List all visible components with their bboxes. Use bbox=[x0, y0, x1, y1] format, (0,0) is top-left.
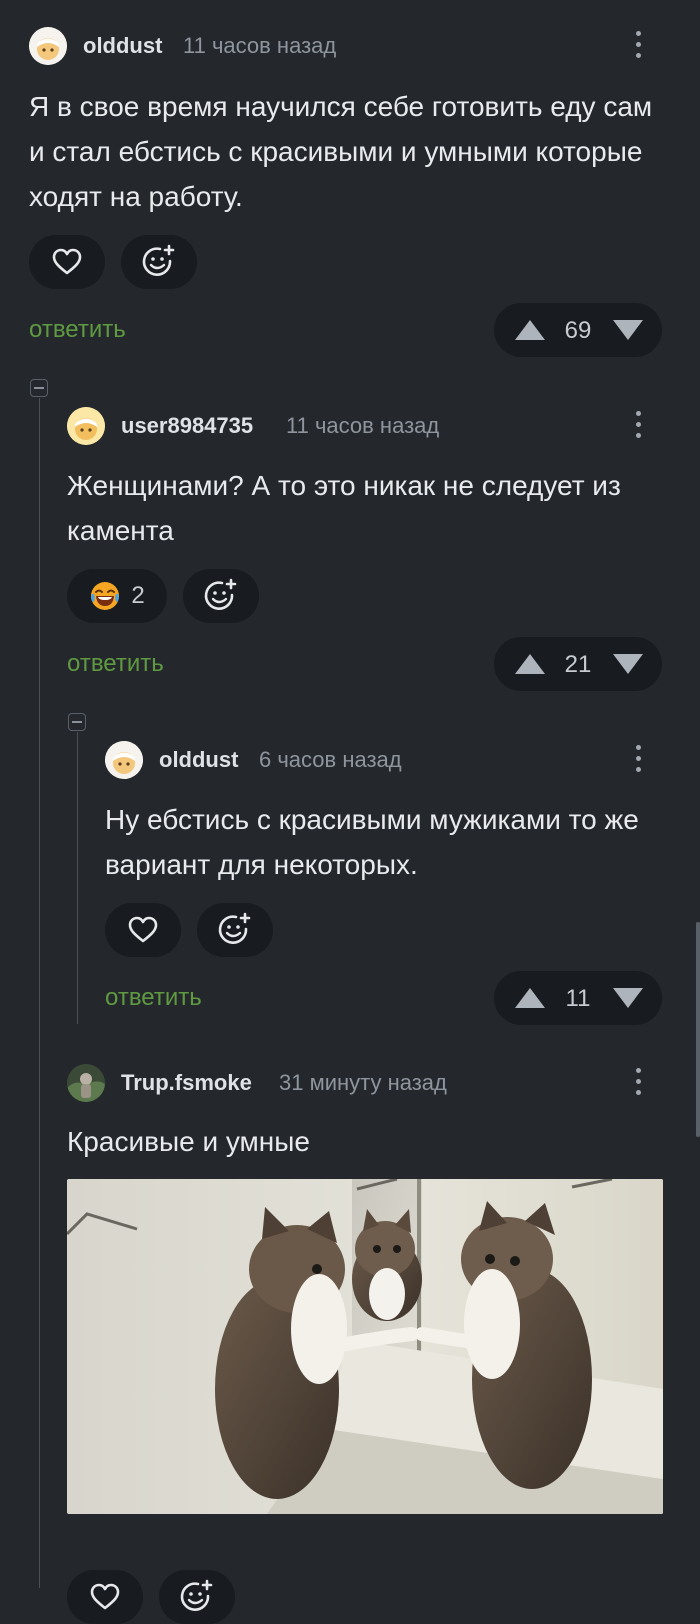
comment-text: Женщинами? А то это никак не следует из … bbox=[67, 470, 621, 546]
avatar[interactable] bbox=[67, 1064, 105, 1102]
comment-time: 11 часов назад bbox=[183, 33, 337, 58]
add-reaction-icon bbox=[204, 578, 237, 610]
comment-text: Красивые и умные bbox=[67, 1126, 310, 1157]
thread-line-level-1 bbox=[39, 398, 40, 1588]
add-reaction-button[interactable] bbox=[197, 903, 273, 957]
heart-icon bbox=[52, 248, 82, 275]
reaction-laugh-button[interactable]: 2 bbox=[67, 569, 167, 623]
add-reaction-button[interactable] bbox=[121, 235, 197, 289]
vote-widget: 21 bbox=[494, 637, 662, 691]
comment-time: 6 часов назад bbox=[259, 747, 402, 772]
vote-score: 21 bbox=[564, 651, 592, 678]
vote-score: 11 bbox=[565, 985, 591, 1012]
reply-link[interactable]: ответить bbox=[29, 316, 126, 344]
avatar-face-icon bbox=[67, 407, 105, 445]
scrollbar[interactable] bbox=[696, 922, 700, 1137]
add-reaction-button[interactable] bbox=[159, 1570, 235, 1624]
avatar[interactable] bbox=[67, 407, 105, 445]
collapse-thread-button[interactable] bbox=[30, 379, 48, 397]
more-options-icon[interactable] bbox=[636, 745, 642, 775]
heart-icon bbox=[90, 1583, 120, 1610]
reaction-count: 2 bbox=[131, 582, 145, 609]
upvote-icon[interactable] bbox=[513, 986, 547, 1010]
avatar[interactable] bbox=[29, 27, 67, 65]
downvote-icon[interactable] bbox=[611, 652, 645, 676]
reaction-like-button[interactable] bbox=[105, 903, 181, 957]
vote-widget: 69 bbox=[494, 303, 662, 357]
comment-text: Ну ебстись с красивыми мужиками то же ва… bbox=[105, 804, 639, 880]
cat-looking-in-mirror-image[interactable] bbox=[67, 1179, 663, 1514]
avatar[interactable] bbox=[105, 741, 143, 779]
comment-text: Я в свое время научился себе готовить ед… bbox=[29, 91, 653, 212]
avatar-face-icon bbox=[105, 741, 143, 779]
downvote-icon[interactable] bbox=[611, 318, 645, 342]
comment-time: 11 часов назад bbox=[286, 413, 440, 438]
add-reaction-button[interactable] bbox=[183, 569, 259, 623]
thread-line-level-2 bbox=[77, 732, 78, 1024]
reply-link[interactable]: ответить bbox=[105, 984, 202, 1012]
comment-author[interactable]: Trup.fsmoke bbox=[121, 1070, 252, 1096]
add-reaction-icon bbox=[218, 912, 251, 944]
avatar-photo-icon bbox=[67, 1064, 105, 1102]
upvote-icon[interactable] bbox=[513, 318, 547, 342]
avatar-face-icon bbox=[29, 27, 67, 65]
heart-icon bbox=[128, 916, 158, 943]
upvote-icon[interactable] bbox=[513, 652, 547, 676]
comment-author[interactable]: olddust bbox=[83, 33, 162, 59]
reaction-like-button[interactable] bbox=[67, 1570, 143, 1624]
more-options-icon[interactable] bbox=[636, 31, 642, 61]
reply-link[interactable]: ответить bbox=[67, 650, 164, 678]
add-reaction-icon bbox=[180, 1579, 213, 1611]
more-options-icon[interactable] bbox=[636, 411, 642, 441]
downvote-icon[interactable] bbox=[611, 986, 645, 1010]
comment-author[interactable]: olddust bbox=[159, 747, 238, 773]
collapse-thread-button[interactable] bbox=[68, 713, 86, 731]
more-options-icon[interactable] bbox=[636, 1068, 642, 1098]
cat-mirror-picture bbox=[67, 1179, 663, 1514]
reaction-like-button[interactable] bbox=[29, 235, 105, 289]
vote-widget: 11 bbox=[494, 971, 662, 1025]
laughing-emoji-icon bbox=[91, 582, 120, 610]
vote-score: 69 bbox=[564, 317, 592, 344]
comment-author[interactable]: user8984735 bbox=[121, 413, 253, 439]
add-reaction-icon bbox=[142, 244, 175, 276]
comment-time: 31 минуту назад bbox=[279, 1070, 447, 1095]
